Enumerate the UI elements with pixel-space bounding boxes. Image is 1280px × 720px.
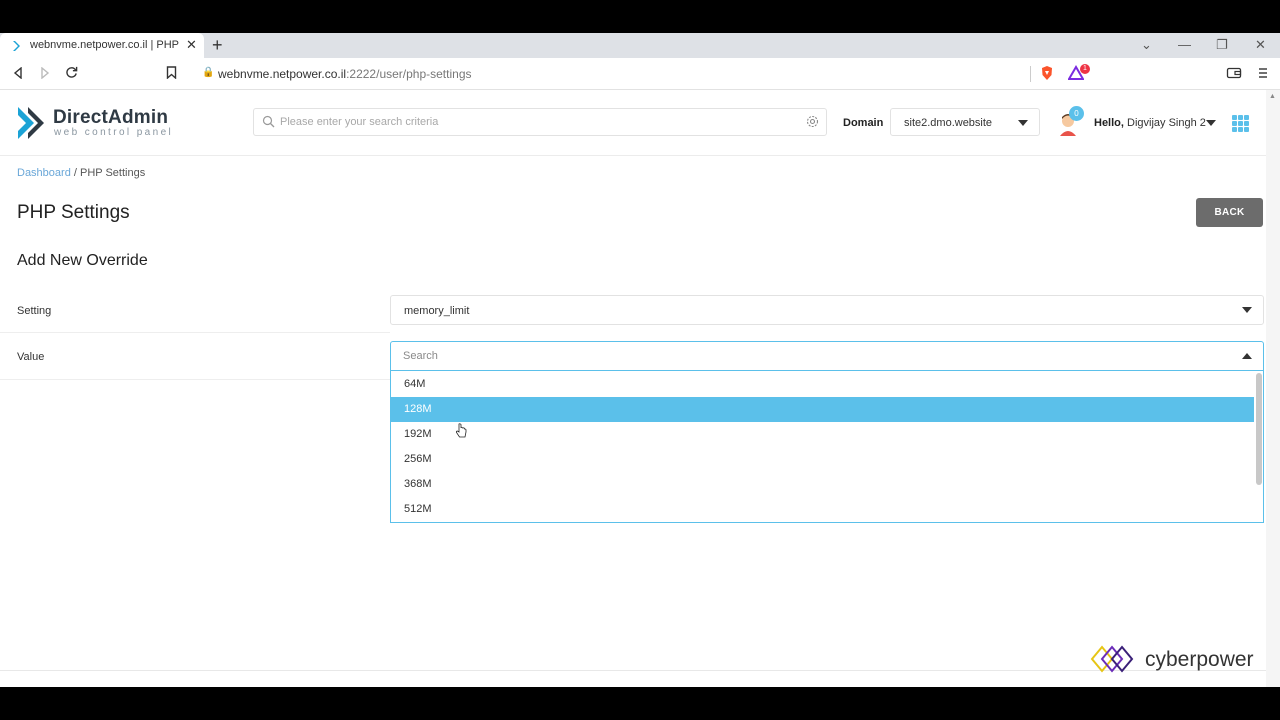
value-search-input[interactable]	[403, 347, 1223, 365]
restore-icon[interactable]: ❐	[1216, 36, 1228, 54]
wallet-icon[interactable]	[1226, 65, 1242, 81]
address-bar-row: 🔒 webnvme.netpower.co.il:2222/user/php-s…	[0, 58, 1280, 90]
browser-tab[interactable]: webnvme.netpower.co.il | PHP Se ✕	[0, 33, 204, 58]
reload-icon[interactable]	[65, 66, 78, 79]
gear-icon[interactable]	[806, 115, 819, 128]
tab-title: webnvme.netpower.co.il | PHP Se	[30, 39, 182, 51]
value-options-list: 64M 128M 192M 256M 368M 512M	[390, 371, 1264, 523]
menu-icon[interactable]	[1255, 65, 1271, 81]
row-divider	[0, 379, 390, 380]
tab-close-icon[interactable]: ✕	[186, 37, 197, 53]
user-greeting[interactable]: Hello, Digvijay Singh 2	[1094, 117, 1206, 129]
option-368m[interactable]: 368M	[391, 472, 1254, 497]
search-input[interactable]	[280, 110, 800, 134]
rewards-badge: 1	[1080, 64, 1090, 74]
logo-title: DirectAdmin	[53, 107, 169, 128]
hand-cursor-icon	[455, 423, 467, 438]
user-menu-chevron-icon[interactable]	[1206, 120, 1216, 126]
options-scrollbar[interactable]	[1256, 373, 1262, 485]
cyberpower-watermark: cyberpower	[1090, 643, 1270, 675]
option-64m[interactable]: 64M	[391, 372, 1254, 397]
notification-badge[interactable]: 0	[1069, 106, 1084, 121]
breadcrumb: Dashboard / PHP Settings	[17, 167, 145, 179]
breadcrumb-separator: /	[70, 167, 80, 179]
directadmin-favicon-icon	[13, 41, 20, 51]
search-icon	[262, 115, 275, 128]
domain-value: site2.dmo.website	[904, 117, 993, 129]
page-scrollbar[interactable]: ▲	[1266, 90, 1280, 687]
directadmin-logo-icon[interactable]	[16, 105, 48, 141]
lock-icon: 🔒	[202, 67, 215, 78]
cyberpower-logo-icon	[1090, 645, 1134, 673]
breadcrumb-current: PHP Settings	[80, 167, 146, 179]
forward-arrow-icon[interactable]	[39, 67, 51, 79]
option-512m[interactable]: 512M	[391, 497, 1254, 522]
setting-value: memory_limit	[404, 305, 470, 317]
chevron-down-icon	[1242, 307, 1252, 313]
apps-grid-icon[interactable]	[1232, 115, 1249, 132]
chevron-up-icon[interactable]	[1242, 353, 1252, 359]
new-tab-button[interactable]: +	[212, 35, 223, 55]
chevron-down-icon	[1018, 120, 1028, 126]
breadcrumb-dashboard-link[interactable]: Dashboard	[17, 167, 71, 179]
value-label: Value	[17, 351, 45, 363]
footer-divider	[0, 670, 1266, 671]
browser-window: webnvme.netpower.co.il | PHP Se ✕ + ⌄ — …	[0, 33, 1280, 687]
value-select[interactable]	[390, 341, 1264, 371]
section-title: Add New Override	[17, 252, 148, 269]
option-128m[interactable]: 128M	[391, 397, 1254, 422]
url-text: webnvme.netpower.co.il:2222/user/php-set…	[218, 67, 472, 81]
logo-subtitle: web control panel	[54, 127, 174, 138]
scroll-up-icon[interactable]: ▲	[1269, 93, 1276, 100]
bookmark-icon[interactable]	[166, 66, 177, 79]
back-button[interactable]: BACK	[1196, 198, 1263, 227]
url-field[interactable]: 🔒 webnvme.netpower.co.il:2222/user/php-s…	[190, 62, 1032, 85]
brave-shield-icon[interactable]	[1039, 65, 1055, 81]
domain-label: Domain	[843, 117, 884, 129]
back-arrow-icon[interactable]	[12, 67, 24, 79]
option-192m[interactable]: 192M	[391, 422, 1254, 447]
setting-label: Setting	[17, 305, 52, 317]
setting-select[interactable]: memory_limit	[390, 295, 1264, 325]
page-title: PHP Settings	[17, 202, 130, 223]
browser-tab-strip: webnvme.netpower.co.il | PHP Se ✕ + ⌄ — …	[0, 33, 1280, 58]
brand-name: cyberpower	[1145, 648, 1254, 671]
global-search	[253, 108, 827, 136]
row-divider	[0, 332, 390, 333]
close-window-icon[interactable]: ✕	[1255, 36, 1266, 54]
minimize-icon[interactable]: —	[1178, 36, 1191, 54]
option-256m[interactable]: 256M	[391, 447, 1254, 472]
domain-select[interactable]: site2.dmo.website	[890, 108, 1040, 136]
url-divider	[1030, 66, 1031, 82]
tab-search-icon[interactable]: ⌄	[1141, 36, 1152, 54]
app-header: DirectAdmin web control panel Domain sit…	[0, 90, 1266, 156]
